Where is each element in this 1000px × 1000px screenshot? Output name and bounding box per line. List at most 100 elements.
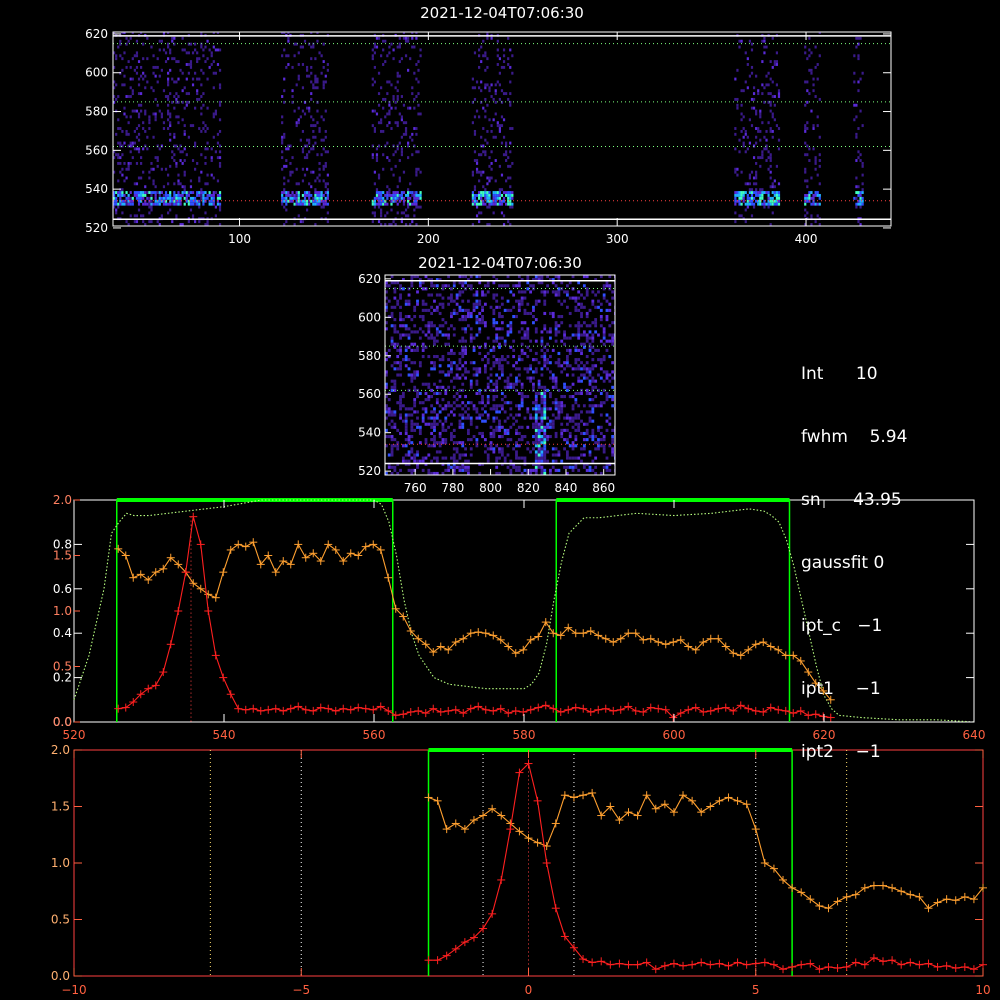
heat-cell [396, 74, 399, 78]
heat-cell [602, 333, 606, 337]
heat-cell [554, 404, 558, 408]
heat-cell [396, 121, 399, 125]
heat-cell [482, 199, 485, 203]
heat-cell [554, 401, 558, 405]
info-row-fwhm: fwhm 5.94 [801, 427, 907, 448]
heat-cell [371, 48, 374, 52]
heat-cell [326, 196, 329, 200]
heat-cell [216, 132, 220, 136]
heat-cell [377, 202, 381, 206]
heat-cell [482, 193, 485, 197]
heat-cell [565, 441, 569, 445]
heat-cell [297, 191, 300, 194]
heat-cell [137, 115, 141, 119]
heat-cell [373, 205, 376, 209]
heat-cell [543, 413, 547, 417]
heat-cell [608, 395, 612, 399]
heat-cell [162, 121, 166, 125]
heat-cell [189, 63, 193, 66]
heat-cell [160, 196, 163, 200]
heat-cell [202, 127, 205, 130]
heat-cell [480, 45, 483, 49]
heat-cell [818, 135, 821, 139]
heat-cell [494, 112, 497, 116]
heat-cell [410, 373, 414, 377]
info-row-int: Int 10 [801, 364, 907, 385]
heat-cell [529, 284, 533, 288]
heat-cell [390, 202, 393, 206]
heat-cell [198, 202, 201, 206]
heat-cell [475, 80, 479, 84]
heat-cell [580, 379, 583, 383]
heat-cell [131, 141, 134, 145]
heat-cell [526, 287, 530, 291]
heat-cell [194, 196, 197, 200]
heat-cell [534, 413, 538, 417]
heat-cell [326, 188, 329, 192]
heat-cell [458, 465, 462, 469]
heat-cell [416, 302, 419, 306]
heat-cell [494, 135, 497, 139]
heat-cell [407, 327, 411, 331]
heat-cell [551, 376, 555, 380]
heat-cell [810, 196, 813, 200]
heat-cell [551, 373, 555, 377]
heat-cell [500, 398, 504, 402]
heat-cell [585, 293, 589, 297]
heat-cell [489, 435, 493, 439]
heat-cell [861, 71, 864, 75]
heat-cell [305, 106, 309, 110]
heat-cell [144, 86, 147, 90]
heat-cell [419, 112, 422, 116]
heat-cell [763, 147, 766, 151]
heat-cell [565, 348, 569, 352]
heat-cell [511, 127, 514, 130]
heat-cell [320, 153, 323, 157]
heat-cell [326, 63, 329, 66]
heat-cell [415, 77, 418, 81]
heat-cell [818, 182, 821, 186]
heat-cell [574, 416, 578, 420]
heat-cell [500, 327, 504, 331]
heat-cell [200, 83, 203, 87]
heat-cell [759, 202, 762, 206]
heat-cell [540, 373, 544, 377]
heat-cell [407, 453, 411, 457]
heat-cell [421, 355, 425, 359]
heat-cell [435, 422, 439, 426]
heat-cell [123, 74, 126, 78]
heat-cell [435, 385, 439, 389]
heat-cell [475, 407, 479, 411]
heat-cell [125, 202, 128, 206]
heat-cell [588, 416, 592, 420]
heat-cell [469, 453, 473, 457]
heat-cell [450, 379, 453, 383]
heat-cell [571, 419, 575, 423]
heat-cell [482, 150, 485, 154]
heat-cell [177, 202, 180, 206]
x-tick-label: 820 [517, 481, 540, 495]
heat-cell [316, 121, 319, 125]
heat-cell [461, 339, 465, 343]
heat-cell [475, 290, 479, 294]
heat-cell [148, 202, 151, 206]
heat-cell [281, 135, 284, 139]
heat-cell [129, 141, 132, 145]
heat-cell [326, 182, 329, 186]
heat-cell [551, 425, 555, 429]
heat-cell [568, 465, 572, 469]
heat-cell [475, 293, 479, 297]
heat-cell [512, 465, 516, 469]
info-row-gaussfit: gaussfit 0 [801, 553, 907, 574]
heat-cell [752, 176, 756, 180]
heat-cell [380, 211, 383, 215]
heat-cell [316, 202, 319, 206]
heat-cell [752, 97, 756, 101]
heat-cell [857, 150, 860, 154]
heat-cell [554, 398, 558, 402]
heat-cell [502, 199, 506, 203]
heat-cell [534, 465, 538, 469]
heat-cell [534, 425, 538, 429]
heat-cell [148, 121, 151, 125]
heat-cell [415, 170, 418, 174]
